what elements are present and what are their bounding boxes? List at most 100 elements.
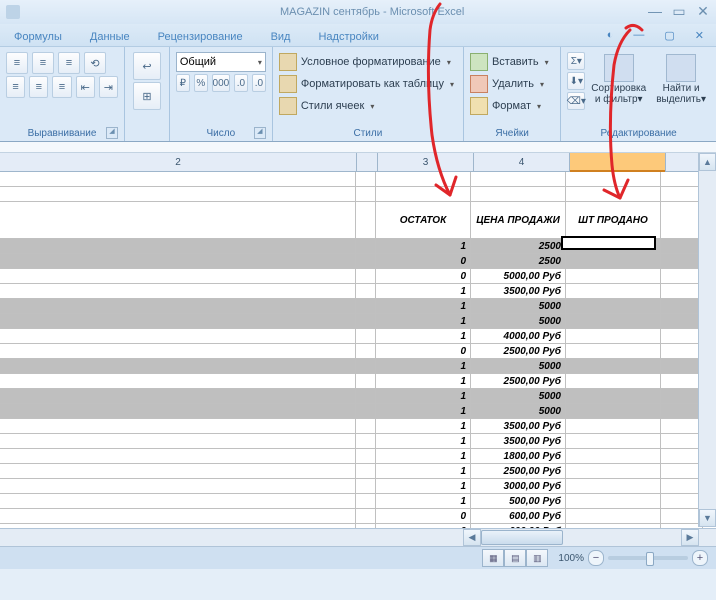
close-button[interactable]: ✕	[696, 4, 710, 18]
zoom-out-button[interactable]: −	[588, 550, 604, 566]
view-normal-button[interactable]: ▦	[482, 549, 504, 567]
doc-close-button[interactable]: ✕	[689, 26, 710, 45]
tab-view[interactable]: Вид	[265, 28, 297, 46]
increase-decimal-button[interactable]: .0	[234, 74, 248, 92]
align-center-button[interactable]: ≡	[29, 76, 48, 98]
tab-formulas[interactable]: Формулы	[8, 28, 68, 46]
vscroll-track[interactable]	[699, 170, 716, 510]
cell-price[interactable]: 2500,00 Руб	[471, 374, 566, 388]
col-header-gap[interactable]	[357, 153, 378, 171]
view-page-break-button[interactable]: ▥	[526, 549, 548, 567]
cell-ostatok[interactable]: 1	[376, 419, 471, 433]
zoom-level[interactable]: 100%	[558, 553, 584, 564]
table-row[interactable]: 15000	[0, 404, 716, 419]
scroll-right-button[interactable]: ▶	[681, 529, 699, 546]
cell-ostatok[interactable]: 1	[376, 284, 471, 298]
cell-ostatok[interactable]: 0	[376, 254, 471, 268]
tab-addins[interactable]: Надстройки	[312, 28, 384, 46]
tab-review[interactable]: Рецензирование	[152, 28, 249, 46]
sort-filter-button[interactable]: Сортировкаи фильтр▾	[587, 52, 650, 126]
decrease-decimal-button[interactable]: .0	[252, 74, 266, 92]
merge-cells-button[interactable]: ⊞	[133, 82, 161, 110]
view-page-layout-button[interactable]: ▤	[504, 549, 526, 567]
cell-price[interactable]: 5000	[471, 314, 566, 328]
cell-sold[interactable]	[566, 434, 661, 448]
cell-sold[interactable]	[566, 254, 661, 268]
col-header-4[interactable]: 4	[474, 153, 570, 171]
zoom-in-button[interactable]: +	[692, 550, 708, 566]
tab-data[interactable]: Данные	[84, 28, 136, 46]
cell-price[interactable]: 5000,00 Руб	[471, 269, 566, 283]
indent-dec-button[interactable]: ⇤	[76, 76, 95, 98]
cell-ostatok[interactable]: 1	[376, 374, 471, 388]
cell-ostatok[interactable]: 0	[376, 344, 471, 358]
autosum-button[interactable]: Σ▾	[567, 52, 585, 70]
cell-price[interactable]: 1800,00 Руб	[471, 449, 566, 463]
format-as-table-button[interactable]: Форматировать как таблицу▾	[279, 74, 457, 94]
col-header-2[interactable]: 2	[0, 153, 357, 171]
cell-ostatok[interactable]: 1	[376, 449, 471, 463]
zoom-slider-knob[interactable]	[646, 552, 654, 566]
cell-sold[interactable]	[566, 419, 661, 433]
align-middle-button[interactable]: ≡	[32, 52, 54, 74]
conditional-formatting-button[interactable]: Условное форматирование▾	[279, 52, 457, 72]
find-select-button[interactable]: Найти ивыделить▾	[652, 52, 710, 126]
cell-ostatok[interactable]: 0	[376, 524, 471, 528]
col-header-3[interactable]: 3	[378, 153, 474, 171]
horizontal-scrollbar[interactable]: ◀ ▶	[0, 528, 716, 546]
number-format-dropdown[interactable]: Общий ▾	[176, 52, 266, 72]
number-dialog-launcher[interactable]: ◢	[254, 127, 266, 139]
cell-sold[interactable]	[566, 404, 661, 418]
table-row[interactable]: 15000	[0, 299, 716, 314]
cell-sold[interactable]	[566, 299, 661, 313]
currency-button[interactable]: ₽	[176, 74, 190, 92]
scroll-down-button[interactable]: ▼	[699, 509, 716, 527]
cell-ostatok[interactable]: 1	[376, 464, 471, 478]
cell-ostatok[interactable]: 1	[376, 239, 471, 253]
table-row[interactable]: 12500,00 Руб	[0, 374, 716, 389]
align-top-button[interactable]: ≡	[6, 52, 28, 74]
cell-price[interactable]: 600,00 Руб	[471, 509, 566, 523]
table-row[interactable]: 0600,00 Руб	[0, 509, 716, 524]
cell-sold[interactable]	[566, 509, 661, 523]
table-row[interactable]: 1500,00 Руб	[0, 494, 716, 509]
indent-inc-button[interactable]: ⇥	[99, 76, 118, 98]
cell-price[interactable]: 500,00 Руб	[471, 494, 566, 508]
table-row[interactable]: 12500,00 Руб	[0, 464, 716, 479]
fill-button[interactable]: ⬇▾	[567, 72, 585, 90]
cell-ostatok[interactable]: 0	[376, 509, 471, 523]
cell-price[interactable]: 4000,00 Руб	[471, 329, 566, 343]
cell-ostatok[interactable]: 1	[376, 314, 471, 328]
cell-sold[interactable]	[566, 344, 661, 358]
table-row[interactable]: 13500,00 Руб	[0, 419, 716, 434]
hscroll-thumb[interactable]	[481, 530, 563, 545]
table-row[interactable]: 11800,00 Руб	[0, 449, 716, 464]
maximize-button[interactable]: ▭	[672, 4, 686, 18]
cell-price[interactable]: 5000	[471, 359, 566, 373]
table-row[interactable]: 15000	[0, 389, 716, 404]
cell-price[interactable]: 2500	[471, 254, 566, 268]
cell-sold[interactable]	[566, 494, 661, 508]
wrap-text-button[interactable]: ↩	[133, 52, 161, 80]
table-row[interactable]: 0600,00 Руб	[0, 524, 716, 528]
cell-sold[interactable]	[566, 374, 661, 388]
doc-minimize-button[interactable]: —	[627, 26, 650, 45]
cell-ostatok[interactable]: 1	[376, 479, 471, 493]
scroll-up-button[interactable]: ▲	[699, 153, 716, 171]
help-icon[interactable]: ◐	[601, 26, 620, 45]
scroll-left-button[interactable]: ◀	[463, 529, 481, 546]
cell-sold[interactable]	[566, 269, 661, 283]
cell-ostatok[interactable]: 1	[376, 494, 471, 508]
align-bottom-button[interactable]: ≡	[58, 52, 80, 74]
comma-button[interactable]: 000	[212, 74, 230, 92]
cell-price[interactable]: 3500,00 Руб	[471, 284, 566, 298]
cell-price[interactable]: 2500	[471, 239, 566, 253]
cell-sold[interactable]	[566, 449, 661, 463]
table-row[interactable]: 13000,00 Руб	[0, 479, 716, 494]
table-row[interactable]: 13500,00 Руб	[0, 434, 716, 449]
align-left-button[interactable]: ≡	[6, 76, 25, 98]
cell-ostatok[interactable]: 1	[376, 359, 471, 373]
cell-ostatok[interactable]: 1	[376, 389, 471, 403]
col-header-5-selected[interactable]	[570, 153, 666, 171]
cells-grid[interactable]: ОСТАТОК ЦЕНА ПРОДАЖИ ШТ ПРОДАНО 12500025…	[0, 172, 716, 528]
